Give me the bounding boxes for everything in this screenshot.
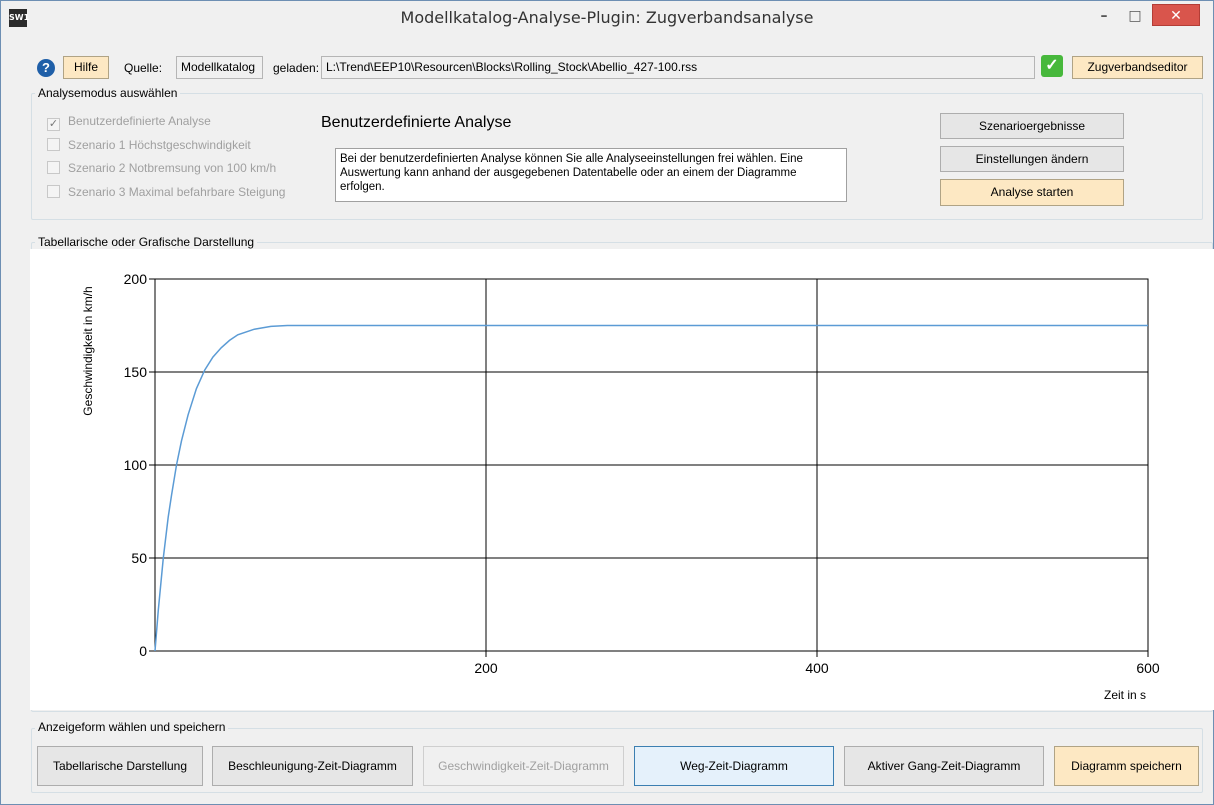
option-scenario-1[interactable]: Szenario 1 Höchstgeschwindigkeit (47, 138, 251, 152)
scenario-results-button[interactable]: Szenarioergebnisse (940, 113, 1124, 139)
analysis-heading: Benutzerdefinierte Analyse (321, 114, 512, 131)
close-button[interactable]: ✕ (1152, 4, 1200, 26)
checkbox[interactable]: ✓ (47, 118, 60, 131)
change-settings-button[interactable]: Einstellungen ändern (940, 146, 1124, 172)
help-icon[interactable]: ? (37, 59, 55, 77)
maximize-button[interactable]: □ (1121, 5, 1149, 29)
minimize-button[interactable]: – (1090, 5, 1118, 29)
checkbox[interactable] (47, 185, 60, 198)
status-check-icon: ✓ (1041, 55, 1063, 77)
x-tick-label: 600 (1136, 660, 1160, 676)
train-editor-button[interactable]: Zugverbandseditor (1072, 56, 1203, 79)
display-group-title: Tabellarische oder Grafische Darstellung (35, 235, 258, 249)
loaded-label: geladen: (273, 61, 320, 75)
x-axis-label: Zeit in s (1104, 688, 1146, 702)
loaded-path-field[interactable]: L:\Trend\EEP10\Resourcen\Blocks\Rolling_… (321, 56, 1035, 79)
analysis-mode-group-title: Analysemodus auswählen (35, 86, 181, 100)
y-tick-label: 200 (124, 271, 148, 287)
checkbox[interactable] (47, 138, 60, 151)
option-scenario-3[interactable]: Szenario 3 Maximal befahrbare Steigung (47, 185, 285, 199)
speed-time-chart-button[interactable]: Geschwindigkeit-Zeit-Diagramm (423, 746, 624, 786)
plugin-window: SW1 Modellkatalog-Analyse-Plugin: Zugver… (0, 0, 1214, 805)
chart-area: 0 50 100 150 200 200 400 600 Zeit in s Geschwindi… (30, 249, 1214, 710)
x-tick-label: 200 (474, 660, 498, 676)
acceleration-time-chart-button[interactable]: Beschleunigung-Zeit-Diagramm (212, 746, 413, 786)
y-tick-label: 100 (124, 457, 148, 473)
help-button[interactable]: Hilfe (63, 56, 109, 79)
y-tick-label: 0 (139, 643, 147, 659)
title-bar: SW1 Modellkatalog-Analyse-Plugin: Zugver… (1, 1, 1213, 35)
option-scenario-2[interactable]: Szenario 2 Notbremsung von 100 km/h (47, 161, 276, 175)
source-field[interactable]: Modellkatalog (176, 56, 263, 79)
save-chart-button[interactable]: Diagramm speichern (1054, 746, 1199, 786)
source-label: Quelle: (124, 61, 163, 75)
speed-time-chart: 0 50 100 150 200 200 400 600 Zeit in s Geschwindi… (81, 271, 1160, 702)
option-custom-analysis[interactable]: ✓ Benutzerdefinierte Analyse (47, 114, 211, 131)
speed-series-line (154, 324, 1148, 652)
analysis-description: Bei der benutzerdefinierten Analyse könn… (335, 148, 847, 202)
y-tick-label: 50 (131, 550, 147, 566)
window-title: Modellkatalog-Analyse-Plugin: Zugverband… (400, 8, 814, 27)
table-view-button[interactable]: Tabellarische Darstellung (37, 746, 203, 786)
active-gear-time-chart-button[interactable]: Aktiver Gang-Zeit-Diagramm (844, 746, 1044, 786)
x-tick-label: 400 (805, 660, 829, 676)
y-axis-label: Geschwindigkeit in km/h (81, 286, 95, 415)
checkbox[interactable] (47, 161, 60, 174)
distance-time-chart-button[interactable]: Weg-Zeit-Diagramm (634, 746, 834, 786)
start-analysis-button[interactable]: Analyse starten (940, 179, 1124, 206)
display-mode-group-title: Anzeigeform wählen und speichern (35, 720, 229, 734)
y-tick-label: 150 (124, 364, 148, 380)
